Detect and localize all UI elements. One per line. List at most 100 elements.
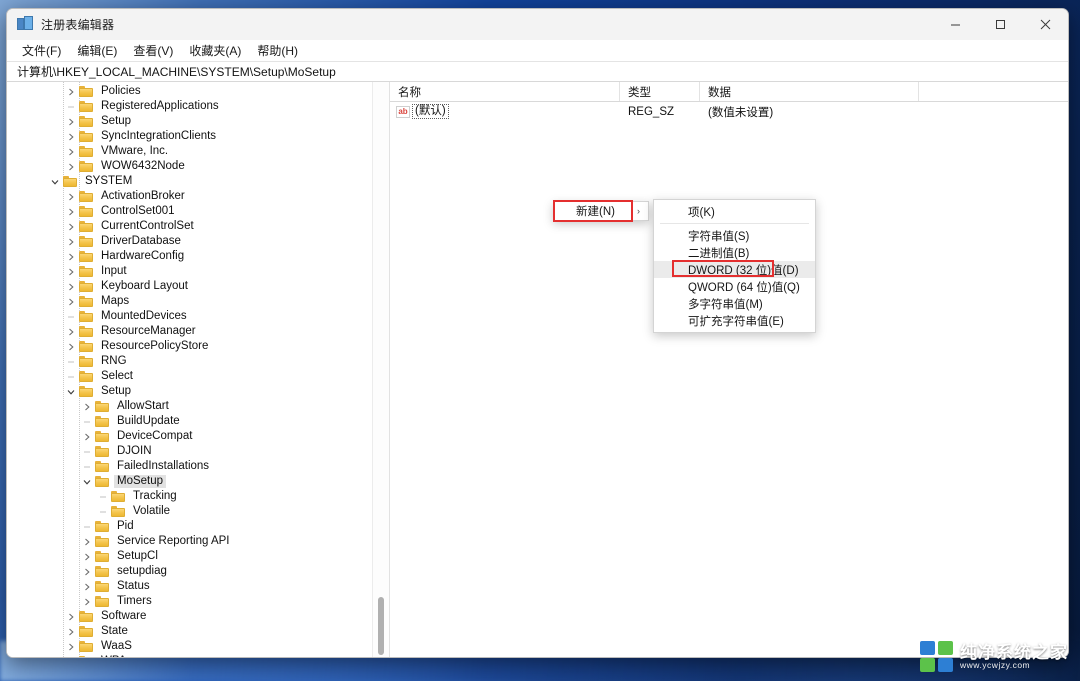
- ctx-new-expand-string[interactable]: 可扩充字符串值(E): [654, 312, 815, 329]
- chevron-right-icon[interactable]: [79, 538, 94, 546]
- tree-item-wpa[interactable]: WPA: [7, 654, 371, 657]
- folder-icon: [110, 490, 127, 503]
- folder-icon: [94, 580, 111, 593]
- tree-item-mosetup[interactable]: MoSetup: [7, 474, 371, 489]
- tree-item-syncintegrationclients[interactable]: SyncIntegrationClients: [7, 129, 371, 144]
- folder-icon: [78, 220, 95, 233]
- tree-item-select[interactable]: Select: [7, 369, 371, 384]
- chevron-down-icon[interactable]: [63, 388, 78, 396]
- tree-item-waas[interactable]: WaaS: [7, 639, 371, 654]
- ctx-new-string[interactable]: 字符串值(S): [654, 227, 815, 244]
- chevron-right-icon[interactable]: [63, 628, 78, 636]
- tree-item-wow6432node[interactable]: WOW6432Node: [7, 159, 371, 174]
- tree-item-failedinstallations[interactable]: FailedInstallations: [7, 459, 371, 474]
- tree-item-label: ResourcePolicyStore: [101, 340, 209, 352]
- tree-item-resourcemanager[interactable]: ResourceManager: [7, 324, 371, 339]
- tree-item-setup[interactable]: Setup: [7, 114, 371, 129]
- ctx-new-key[interactable]: 项(K): [654, 203, 815, 220]
- column-data[interactable]: 数据: [700, 82, 919, 101]
- tree-item-setupcl[interactable]: SetupCl: [7, 549, 371, 564]
- tree-vertical-scrollbar[interactable]: [372, 82, 389, 657]
- chevron-right-icon[interactable]: [63, 223, 78, 231]
- tree-item-software[interactable]: Software: [7, 609, 371, 624]
- chevron-right-icon[interactable]: [79, 583, 94, 591]
- tree-item-setup[interactable]: Setup: [7, 384, 371, 399]
- tree-item-rng[interactable]: RNG: [7, 354, 371, 369]
- chevron-right-icon[interactable]: [63, 268, 78, 276]
- close-button[interactable]: [1023, 9, 1068, 40]
- tree-item-mounteddevices[interactable]: MountedDevices: [7, 309, 371, 324]
- tree-scrollbar-thumb[interactable]: [378, 597, 384, 655]
- minimize-button[interactable]: [933, 9, 978, 40]
- tree-item-policies[interactable]: Policies: [7, 84, 371, 99]
- tree-item-allowstart[interactable]: AllowStart: [7, 399, 371, 414]
- tree-item-pid[interactable]: Pid: [7, 519, 371, 534]
- registry-tree[interactable]: Policies RegisteredApplications Setup SyncI…: [7, 82, 371, 657]
- chevron-right-icon[interactable]: [63, 208, 78, 216]
- chevron-right-icon[interactable]: [63, 238, 78, 246]
- context-menu-new-parent[interactable]: 新建(N) ›: [553, 201, 649, 221]
- tree-item-state[interactable]: State: [7, 624, 371, 639]
- tree-item-setupdiag[interactable]: setupdiag: [7, 564, 371, 579]
- chevron-right-icon[interactable]: [63, 328, 78, 336]
- menu-edit[interactable]: 编辑(E): [70, 40, 124, 61]
- chevron-right-icon[interactable]: [63, 193, 78, 201]
- tree-item-service-reporting-api[interactable]: Service Reporting API: [7, 534, 371, 549]
- context-submenu-new[interactable]: 项(K) 字符串值(S) 二进制值(B) DWORD (32 位)值(D) QWORD …: [653, 199, 816, 333]
- tree-item-maps[interactable]: Maps: [7, 294, 371, 309]
- chevron-down-icon[interactable]: [47, 178, 62, 186]
- menu-view[interactable]: 查看(V): [126, 40, 180, 61]
- tree-item-volatile[interactable]: Volatile: [7, 504, 371, 519]
- values-list-row[interactable]: ab (默认) REG_SZ (数值未设置): [390, 102, 1068, 121]
- tree-item-controlset001[interactable]: ControlSet001: [7, 204, 371, 219]
- column-type[interactable]: 类型: [620, 82, 700, 101]
- menu-file[interactable]: 文件(F): [15, 40, 68, 61]
- tree-item-status[interactable]: Status: [7, 579, 371, 594]
- address-bar[interactable]: 计算机\HKEY_LOCAL_MACHINE\SYSTEM\Setup\MoSe…: [7, 62, 1068, 82]
- chevron-right-icon[interactable]: [63, 163, 78, 171]
- chevron-right-icon[interactable]: [79, 433, 94, 441]
- values-list-body[interactable]: ab (默认) REG_SZ (数值未设置): [390, 102, 1068, 121]
- value-name-cell[interactable]: ab (默认): [390, 104, 620, 119]
- chevron-right-icon[interactable]: [63, 298, 78, 306]
- tree-item-hardwareconfig[interactable]: HardwareConfig: [7, 249, 371, 264]
- chevron-right-icon[interactable]: [79, 568, 94, 576]
- tree-item-currentcontrolset[interactable]: CurrentControlSet: [7, 219, 371, 234]
- tree-item-driverdatabase[interactable]: DriverDatabase: [7, 234, 371, 249]
- chevron-down-icon[interactable]: [79, 478, 94, 486]
- tree-item-djoin[interactable]: DJOIN: [7, 444, 371, 459]
- chevron-right-icon[interactable]: [63, 88, 78, 96]
- tree-item-devicecompat[interactable]: DeviceCompat: [7, 429, 371, 444]
- menu-favorites[interactable]: 收藏夹(A): [182, 40, 248, 61]
- tree-item-resourcepolicystore[interactable]: ResourcePolicyStore: [7, 339, 371, 354]
- chevron-right-icon[interactable]: [63, 643, 78, 651]
- ctx-new-dword32[interactable]: DWORD (32 位)值(D): [654, 261, 815, 278]
- chevron-right-icon[interactable]: [63, 253, 78, 261]
- chevron-right-icon[interactable]: [79, 553, 94, 561]
- tree-item-system[interactable]: SYSTEM: [7, 174, 371, 189]
- tree-item-timers[interactable]: Timers: [7, 594, 371, 609]
- chevron-right-icon[interactable]: [79, 598, 94, 606]
- maximize-button[interactable]: [978, 9, 1023, 40]
- chevron-right-icon[interactable]: [63, 613, 78, 621]
- tree-item-label: SYSTEM: [85, 175, 133, 187]
- chevron-right-icon[interactable]: [63, 118, 78, 126]
- tree-item-activationbroker[interactable]: ActivationBroker: [7, 189, 371, 204]
- ctx-new-multi-string[interactable]: 多字符串值(M): [654, 295, 815, 312]
- tree-item-registeredapplications[interactable]: RegisteredApplications: [7, 99, 371, 114]
- menu-help[interactable]: 帮助(H): [250, 40, 305, 61]
- chevron-right-icon[interactable]: [79, 403, 94, 411]
- tree-item-keyboard-layout[interactable]: Keyboard Layout: [7, 279, 371, 294]
- tree-item-label: RNG: [101, 355, 127, 367]
- chevron-right-icon[interactable]: [63, 148, 78, 156]
- chevron-right-icon[interactable]: [63, 343, 78, 351]
- tree-item-buildupdate[interactable]: BuildUpdate: [7, 414, 371, 429]
- column-name[interactable]: 名称: [390, 82, 620, 101]
- tree-item-vmware-inc[interactable]: VMware, Inc.: [7, 144, 371, 159]
- tree-item-tracking[interactable]: Tracking: [7, 489, 371, 504]
- ctx-new-qword64[interactable]: QWORD (64 位)值(Q): [654, 278, 815, 295]
- tree-item-input[interactable]: Input: [7, 264, 371, 279]
- ctx-new-binary[interactable]: 二进制值(B): [654, 244, 815, 261]
- chevron-right-icon[interactable]: [63, 133, 78, 141]
- chevron-right-icon[interactable]: [63, 283, 78, 291]
